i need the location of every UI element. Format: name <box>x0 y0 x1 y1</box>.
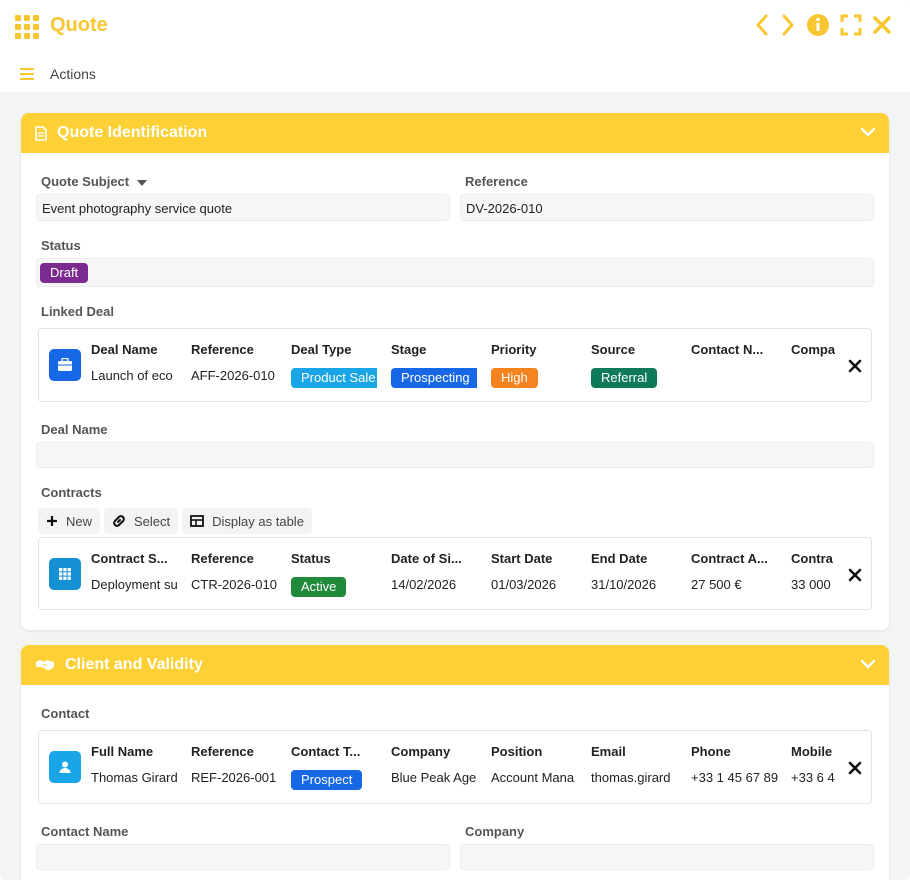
contact-col-reference: Reference REF-2026-001 <box>191 744 277 785</box>
deal-col-priority: Priority High <box>491 342 579 388</box>
close-icon[interactable] <box>872 15 892 35</box>
quote-identification-section: Quote Identification Quote Subject Event… <box>21 113 889 630</box>
section-header-client-validity[interactable]: Client and Validity <box>21 645 889 685</box>
reference-field[interactable]: DV-2026-010 <box>460 194 874 221</box>
briefcase-icon <box>49 349 81 381</box>
company-field[interactable] <box>460 844 874 870</box>
contact-label: Contact <box>41 706 90 721</box>
status-field[interactable]: Draft <box>36 258 874 287</box>
title-bar: Quote Actions <box>0 0 910 92</box>
document-icon <box>35 125 47 141</box>
deal-col-source: Source Referral <box>591 342 679 388</box>
quote-subject-field[interactable]: Event photography service quote <box>36 194 450 221</box>
quote-subject-label[interactable]: Quote Subject <box>41 174 147 189</box>
deal-col-company: Compa <box>791 342 835 357</box>
company-label: Company <box>465 824 525 839</box>
plus-icon <box>47 516 57 526</box>
linked-deal-item[interactable]: Deal Name Launch of eco Reference AFF-2026… <box>38 328 872 402</box>
chevron-down-icon[interactable] <box>860 127 876 137</box>
status-badge: Draft <box>40 263 89 283</box>
contact-col-mobile: Mobile +33 6 4 <box>791 744 835 785</box>
contact-name-field[interactable] <box>36 844 450 870</box>
link-icon <box>113 515 125 527</box>
stage-badge: Prospecting <box>391 368 477 388</box>
reference-label: Reference <box>465 174 528 189</box>
status-label: Status <box>41 238 81 253</box>
client-validity-section: Client and Validity Contact Full Name Tho… <box>21 645 889 880</box>
linked-deal-label: Linked Deal <box>41 304 114 319</box>
deal-col-contact: Contact N... <box>691 342 764 357</box>
contact-item[interactable]: Full Name Thomas Girard Reference REF-2026… <box>38 730 872 804</box>
previous-icon[interactable] <box>754 13 770 37</box>
window-title: Quote <box>50 14 108 36</box>
contact-col-email: Email thomas.girard <box>591 744 671 785</box>
contract-col-more: Contra 33 000 <box>791 551 833 592</box>
quote-window: Quote Actions Quote Identification Quote… <box>0 0 910 880</box>
section-title: Client and Validity <box>65 656 203 673</box>
contract-col-subject: Contract S... Deployment su <box>91 551 178 592</box>
next-icon[interactable] <box>780 13 796 37</box>
contact-type-badge: Prospect <box>291 770 363 790</box>
deal-col-name: Deal Name Launch of eco <box>91 342 173 383</box>
handshake-icon <box>36 660 54 670</box>
contact-col-type: Contact T... Prospect <box>291 744 379 790</box>
section-title: Quote Identification <box>57 124 208 141</box>
deal-type-badge: Product Sale <box>291 368 377 388</box>
deal-col-reference: Reference AFF-2026-010 <box>191 342 275 383</box>
contract-item[interactable]: Contract S... Deployment su Reference CTR-… <box>38 537 872 610</box>
caret-down-icon <box>136 180 147 186</box>
actions-menu[interactable]: Actions <box>50 66 96 82</box>
contract-col-amount: Contract A... 27 500 € <box>691 551 768 592</box>
priority-badge: High <box>491 368 538 388</box>
contact-col-company: Company Blue Peak Age <box>391 744 477 785</box>
contract-col-signature-date: Date of Si... 14/02/2026 <box>391 551 462 592</box>
display-as-table-button[interactable]: Display as table <box>182 508 312 534</box>
remove-contact-icon[interactable] <box>847 760 863 776</box>
deal-name-label: Deal Name <box>41 422 108 437</box>
contact-name-label: Contact Name <box>41 824 129 839</box>
contract-col-end-date: End Date 31/10/2026 <box>591 551 657 592</box>
source-badge: Referral <box>591 368 658 388</box>
contact-col-phone: Phone +33 1 45 67 89 <box>691 744 779 785</box>
contact-col-position: Position Account Mana <box>491 744 575 785</box>
table-icon <box>190 515 205 527</box>
contact-col-full-name: Full Name Thomas Girard <box>91 744 178 785</box>
contracts-label: Contracts <box>41 485 102 500</box>
deal-name-field[interactable] <box>36 442 874 468</box>
contract-col-reference: Reference CTR-2026-010 <box>191 551 277 592</box>
contract-col-start-date: Start Date 01/03/2026 <box>491 551 557 592</box>
section-header-quote-identification[interactable]: Quote Identification <box>21 113 889 153</box>
fullscreen-icon[interactable] <box>840 14 862 36</box>
menu-icon[interactable] <box>20 68 34 80</box>
remove-deal-icon[interactable] <box>847 358 863 374</box>
new-contract-button[interactable]: New <box>38 508 101 534</box>
app-grid-icon[interactable] <box>15 15 39 39</box>
info-icon[interactable] <box>806 13 830 37</box>
chevron-down-icon[interactable] <box>860 659 876 669</box>
select-contract-button[interactable]: Select <box>104 508 179 534</box>
contract-status-badge: Active <box>291 577 347 597</box>
person-icon <box>49 751 81 783</box>
contract-col-status: Status Active <box>291 551 379 597</box>
contract-grid-icon <box>49 558 81 590</box>
remove-contract-icon[interactable] <box>847 567 863 583</box>
deal-col-stage: Stage Prospecting <box>391 342 477 388</box>
deal-col-type: Deal Type Product Sale <box>291 342 377 388</box>
